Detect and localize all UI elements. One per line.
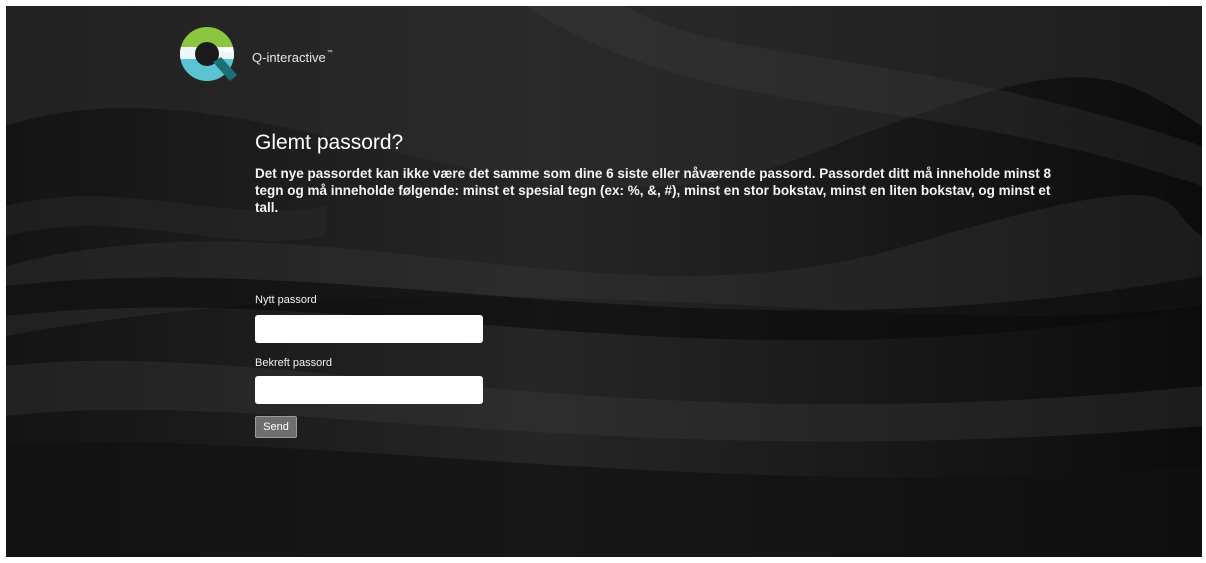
page-title: Glemt passord? — [255, 131, 404, 154]
q-interactive-logo-icon — [180, 27, 237, 81]
send-button[interactable]: Send — [255, 416, 297, 438]
new-password-label: Nytt passord — [255, 294, 317, 306]
background-waves — [6, 6, 1202, 557]
new-password-input[interactable] — [255, 315, 483, 343]
password-requirements: Det nye passordet kan ikke være det samm… — [255, 166, 1052, 215]
brand-name: Q-interactive™ — [252, 50, 333, 65]
login-page: Q-interactive™ Glemt passord? Det nye pa… — [6, 6, 1202, 557]
confirm-password-input[interactable] — [255, 376, 483, 404]
confirm-password-label: Bekreft passord — [255, 357, 333, 369]
brand-trademark: ™ — [326, 50, 333, 56]
brand-name-text: Q-interactive — [252, 50, 326, 65]
